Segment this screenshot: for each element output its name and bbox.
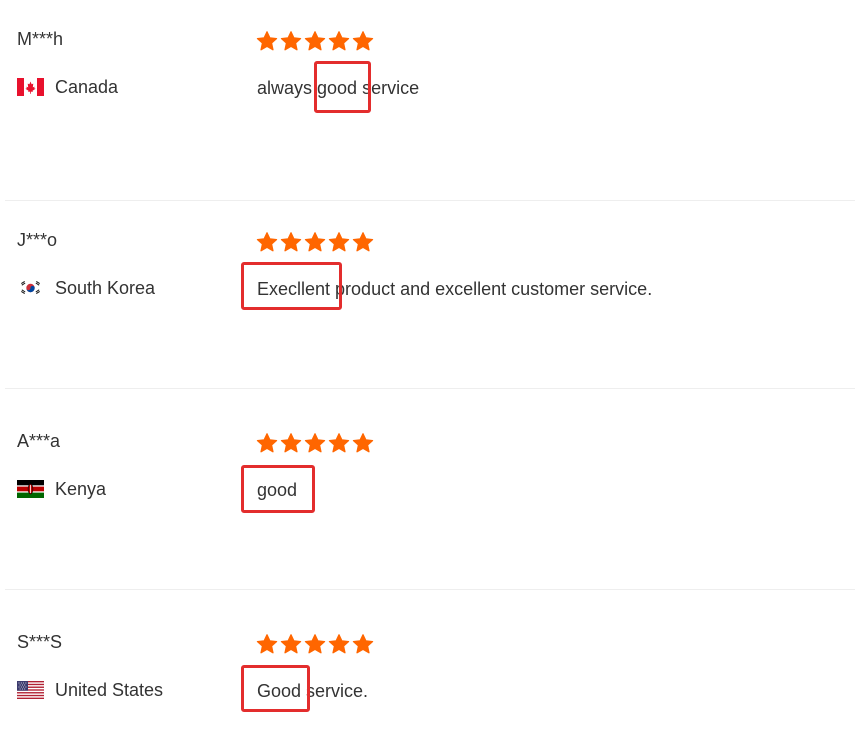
kenya-flag-icon bbox=[17, 480, 44, 498]
united-states-flag-icon bbox=[17, 681, 44, 699]
star-icon bbox=[256, 433, 278, 453]
star-icon bbox=[328, 31, 350, 51]
star-icon bbox=[304, 31, 326, 51]
canada-flag-icon bbox=[17, 78, 44, 96]
country-name: Kenya bbox=[55, 479, 107, 499]
rating-stars bbox=[256, 231, 374, 253]
star-icon bbox=[352, 232, 374, 252]
review-comment: always good service bbox=[257, 78, 420, 98]
review-item: S***S United States Good service. bbox=[0, 590, 855, 730]
star-icon bbox=[280, 31, 302, 51]
review-item: A***a Kenya good bbox=[0, 389, 855, 590]
star-icon bbox=[328, 433, 350, 453]
star-icon bbox=[256, 634, 278, 654]
rating-stars bbox=[256, 633, 374, 655]
star-icon bbox=[304, 232, 326, 252]
star-icon bbox=[304, 433, 326, 453]
south-korea-flag-icon bbox=[17, 279, 44, 297]
star-icon bbox=[280, 634, 302, 654]
star-icon bbox=[304, 634, 326, 654]
star-icon bbox=[352, 433, 374, 453]
review-comment: Execllent product and excellent customer… bbox=[257, 279, 653, 299]
review-comment: good bbox=[257, 480, 298, 500]
review-item: M***h Canada always good service bbox=[0, 0, 855, 201]
rating-stars bbox=[256, 432, 374, 454]
star-icon bbox=[280, 433, 302, 453]
star-icon bbox=[352, 634, 374, 654]
reviewer-country: United States bbox=[17, 679, 163, 701]
reviewer-country: Kenya bbox=[17, 478, 106, 500]
reviewer-name: A***a bbox=[17, 431, 61, 451]
star-icon bbox=[328, 232, 350, 252]
country-name: United States bbox=[55, 680, 164, 700]
star-icon bbox=[256, 31, 278, 51]
review-item: J***o South Korea Execllent product and … bbox=[0, 188, 855, 389]
star-icon bbox=[328, 634, 350, 654]
reviewer-name: M***h bbox=[17, 29, 64, 49]
star-icon bbox=[280, 232, 302, 252]
reviewer-name: S***S bbox=[17, 632, 63, 652]
reviewer-country: South Korea bbox=[17, 277, 155, 299]
country-name: South Korea bbox=[55, 278, 156, 298]
review-comment: Good service. bbox=[257, 681, 369, 701]
star-icon bbox=[256, 232, 278, 252]
rating-stars bbox=[256, 30, 374, 52]
reviewer-country: Canada bbox=[17, 76, 118, 98]
country-name: Canada bbox=[55, 77, 119, 97]
star-icon bbox=[352, 31, 374, 51]
reviewer-name: J***o bbox=[17, 230, 58, 250]
